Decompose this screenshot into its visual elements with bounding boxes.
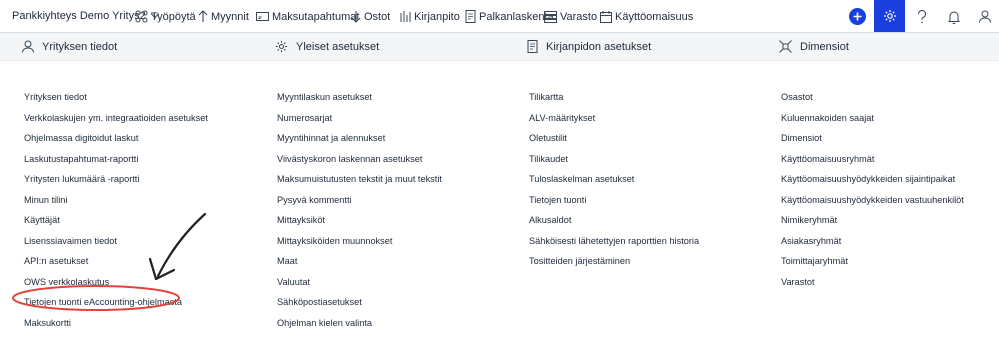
settings-link[interactable]: Tuloslaskelman asetukset <box>529 169 699 190</box>
calendar-icon <box>600 10 612 23</box>
settings-link[interactable]: Numerosarjat <box>277 108 442 129</box>
settings-link[interactable]: Tietojen tuonti <box>529 190 699 211</box>
settings-section-headers: Yrityksen tiedot Yleiset asetukset Kirja… <box>0 33 999 61</box>
settings-link[interactable]: Nimikeryhmät <box>781 210 964 231</box>
nav-dashboard[interactable]: Työpöytä <box>135 0 196 33</box>
nav-payroll[interactable]: Palkanlaskenta <box>465 0 554 33</box>
settings-link[interactable]: Ohjelmassa digitoidut laskut <box>24 128 208 149</box>
nav-label: Työpöytä <box>151 10 196 23</box>
document-icon <box>465 10 476 23</box>
gear-icon <box>275 40 288 53</box>
settings-link[interactable]: Osastot <box>781 87 964 108</box>
arrow-down-icon <box>351 11 361 23</box>
settings-link[interactable]: Mittayksiköt <box>277 210 442 231</box>
settings-link[interactable]: Ohjelman kielen valinta <box>277 313 442 334</box>
document-icon <box>527 40 538 53</box>
settings-link[interactable]: Sähköisesti lähetettyjen raporttien hist… <box>529 231 699 252</box>
settings-link[interactable]: Käyttöomaisuushyödykkeiden vastuuhenkilö… <box>781 190 964 211</box>
settings-link[interactable]: Yrityksen tiedot <box>24 87 208 108</box>
settings-link[interactable]: Mittayksiköiden muunnokset <box>277 231 442 252</box>
general-settings-links: Myyntilaskun asetukset Numerosarjat Myyn… <box>277 87 442 333</box>
dimensions-icon <box>779 40 792 53</box>
settings-link[interactable]: Sähköpostiasetukset <box>277 292 442 313</box>
company-name: Pankkiyhteys Demo Yritys2 <box>12 10 146 22</box>
company-info-links: Yrityksen tiedot Verkkolaskujen ym. inte… <box>24 87 208 333</box>
nav-label: Varasto <box>560 10 598 23</box>
nav-payments[interactable]: Maksutapahtumat <box>256 0 359 33</box>
section-title: Dimensiot <box>800 40 849 53</box>
settings-link-eaccounting-import[interactable]: Tietojen tuonti eAccounting-ohjelmasta <box>24 292 208 313</box>
settings-link[interactable]: Tilikartta <box>529 87 699 108</box>
settings-link[interactable]: Pysyvä kommentti <box>277 190 442 211</box>
settings-link[interactable]: Tositteiden järjestäminen <box>529 251 699 272</box>
settings-link[interactable]: Asiakasryhmät <box>781 231 964 252</box>
nav-fixed-assets[interactable]: Käyttöomaisuus <box>600 0 693 33</box>
nav-purchases[interactable]: Ostot <box>351 0 390 33</box>
settings-link[interactable]: Alkusaldot <box>529 210 699 231</box>
settings-button[interactable] <box>874 0 905 32</box>
section-accounting-settings: Kirjanpidon asetukset <box>527 40 651 53</box>
section-general-settings: Yleiset asetukset <box>275 40 379 53</box>
settings-link[interactable]: Valuutat <box>277 272 442 293</box>
user-icon <box>22 40 34 53</box>
settings-link[interactable]: Lisenssiavaimen tiedot <box>24 231 208 252</box>
help-button[interactable] <box>905 0 938 33</box>
section-title: Yleiset asetukset <box>296 40 380 53</box>
settings-link[interactable]: ALV-määritykset <box>529 108 699 129</box>
ledger-icon <box>400 11 411 22</box>
settings-link[interactable]: Maksumuistutusten tekstit ja muut teksti… <box>277 169 442 190</box>
nav-accounting[interactable]: Kirjanpito <box>400 0 460 33</box>
settings-link[interactable]: Laskutustapahtumat-raportti <box>24 149 208 170</box>
plus-icon <box>853 12 862 21</box>
settings-link[interactable]: Kuluennakoiden saajat <box>781 108 964 129</box>
settings-link[interactable]: Käyttöomaisuusryhmät <box>781 149 964 170</box>
nav-label: Käyttöomaisuus <box>615 10 694 23</box>
accounting-settings-links: Tilikartta ALV-määritykset Oletustilit T… <box>529 87 699 272</box>
nav-inventory[interactable]: Varasto <box>544 0 597 33</box>
section-title: Kirjanpidon asetukset <box>546 40 652 53</box>
help-icon <box>917 9 926 23</box>
settings-link[interactable]: Toimittajaryhmät <box>781 251 964 272</box>
settings-link[interactable]: Tilikaudet <box>529 149 699 170</box>
settings-link[interactable]: Varastot <box>781 272 964 293</box>
arrow-up-icon <box>198 10 208 22</box>
section-company-info: Yrityksen tiedot <box>22 40 117 53</box>
nav-label: Maksutapahtumat <box>272 10 360 23</box>
settings-link[interactable]: Verkkolaskujen ym. integraatioiden asetu… <box>24 108 208 129</box>
warehouse-icon <box>544 10 557 23</box>
settings-link[interactable]: Minun tilini <box>24 190 208 211</box>
gear-icon <box>883 10 896 22</box>
bank-card-icon <box>256 12 269 21</box>
nav-label: Kirjanpito <box>414 10 460 23</box>
dimensions-links: Osastot Kuluennakoiden saajat Dimensiot … <box>781 87 964 292</box>
settings-link[interactable]: API:n asetukset <box>24 251 208 272</box>
settings-link[interactable]: Oletustilit <box>529 128 699 149</box>
add-button[interactable] <box>849 8 866 25</box>
settings-link[interactable]: Maksukortti <box>24 313 208 334</box>
settings-link[interactable]: Viivästyskoron laskennan asetukset <box>277 149 442 170</box>
nav-label: Palkanlaskenta <box>479 10 554 23</box>
notifications-button[interactable] <box>937 0 970 33</box>
user-menu-button[interactable] <box>968 0 999 33</box>
settings-link[interactable]: Dimensiot <box>781 128 964 149</box>
settings-link[interactable]: Yritysten lukumäärä -raportti <box>24 169 208 190</box>
settings-link[interactable]: Myyntihinnat ja alennukset <box>277 128 442 149</box>
settings-link[interactable]: Maat <box>277 251 442 272</box>
nav-label: Myynnit <box>211 10 249 23</box>
user-icon <box>978 10 991 23</box>
top-navigation-bar: Pankkiyhteys Demo Yritys2 Työpöytä Myynn… <box>0 0 999 33</box>
bell-icon <box>947 11 960 24</box>
settings-link[interactable]: Käyttöomaisuushyödykkeiden sijaintipaika… <box>781 169 964 190</box>
dashboard-icon <box>135 10 148 23</box>
nav-label: Ostot <box>364 10 391 23</box>
section-title: Yrityksen tiedot <box>42 40 118 53</box>
settings-link[interactable]: Myyntilaskun asetukset <box>277 87 442 108</box>
nav-sales[interactable]: Myynnit <box>198 0 249 33</box>
settings-link[interactable]: OWS verkkolaskutus <box>24 272 208 293</box>
settings-link[interactable]: Käyttäjät <box>24 210 208 231</box>
section-dimensions: Dimensiot <box>779 40 849 53</box>
